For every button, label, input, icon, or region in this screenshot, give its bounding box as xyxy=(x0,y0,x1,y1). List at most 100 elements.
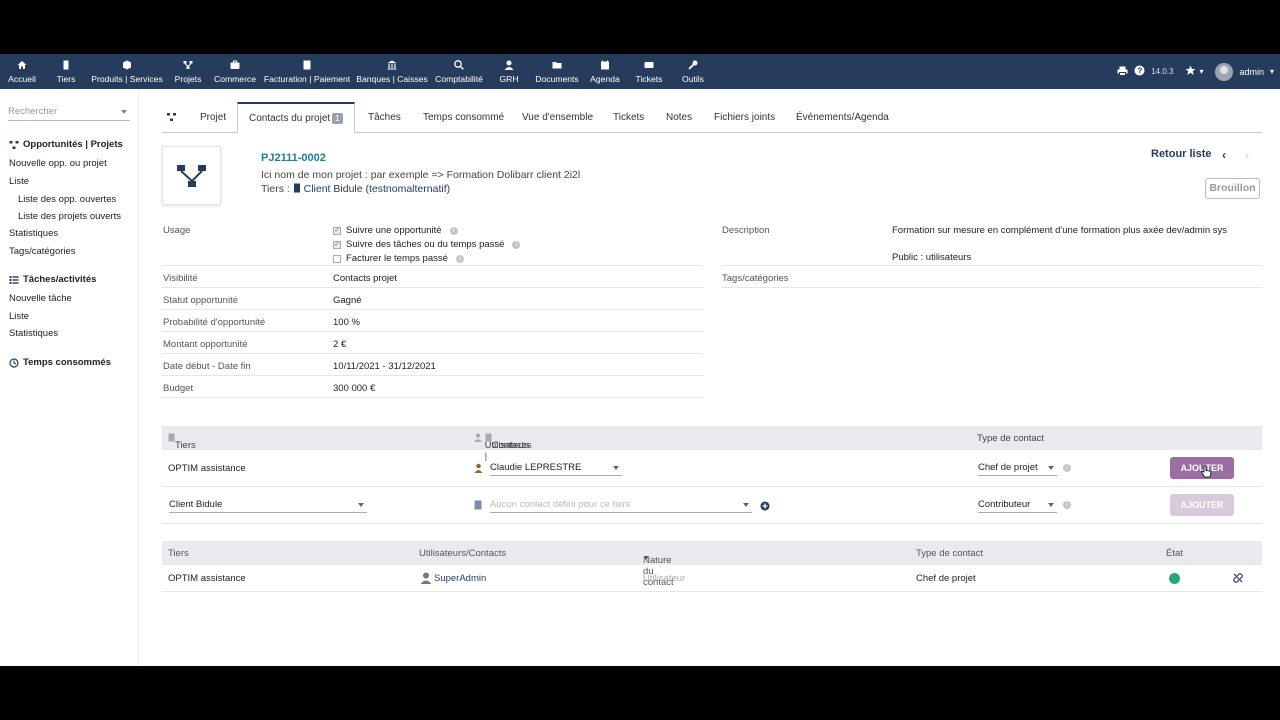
menu-section-projets[interactable]: Opportunités | Projets xyxy=(9,139,123,150)
nav-item-comptabilite[interactable]: Comptabilité xyxy=(434,54,484,89)
menu-section-tasks[interactable]: Tâches/activités xyxy=(9,274,96,285)
field-opp-probability: Probabilité d'opportunité 100 % xyxy=(162,310,703,332)
nav-item-accueil[interactable]: Accueil xyxy=(8,54,36,89)
back-to-list-link[interactable]: Retour liste xyxy=(1151,148,1212,160)
user-name[interactable]: admin xyxy=(1239,67,1264,77)
menu-item-new-task[interactable]: Nouvelle tâche xyxy=(9,293,72,304)
nav-item-documents[interactable]: Documents xyxy=(534,54,580,89)
field-dates: Date début - Date fin 10/11/2021 - 31/12… xyxy=(162,354,703,376)
menu-section-time[interactable]: Temps consommés xyxy=(9,357,111,368)
chevron-down-icon xyxy=(1048,466,1054,470)
row-tiers: OPTIM assistance xyxy=(168,573,246,584)
tab-tickets[interactable]: Tickets xyxy=(613,102,644,133)
search-dropdown-icon xyxy=(121,110,127,114)
row-tiers-name: OPTIM assistance xyxy=(168,463,246,474)
field-budget: Budget 300 000 € xyxy=(162,376,703,398)
status-badge: Brouillon xyxy=(1205,178,1260,199)
menu-item-open-projects[interactable]: Liste des projets ouverts xyxy=(18,211,121,222)
clock-icon xyxy=(9,357,19,368)
home-icon xyxy=(17,60,27,70)
checkbox-tasks: ✓ Suivre des tâches ou du temps passé i xyxy=(333,239,521,250)
col-contact-type: Type de contact xyxy=(977,433,1045,444)
project-icon xyxy=(183,60,193,70)
chevron-down-icon xyxy=(613,466,619,470)
add-contact-row: Client Bidule Aucun contact défini pour … xyxy=(162,487,1262,524)
col-users-contacts: Utilisateurs | Contacts xyxy=(474,433,532,462)
help-icon[interactable]: ? xyxy=(1134,65,1145,78)
tab-overview[interactable]: Vue d'ensemble xyxy=(522,102,593,133)
user-menu-chevron-icon[interactable]: ▾ xyxy=(1270,67,1274,76)
contact-type-select-1[interactable]: Chef de projet xyxy=(978,461,1057,476)
avatar[interactable] xyxy=(1215,62,1234,81)
nav-item-facturation[interactable]: Facturation | Paiement xyxy=(264,54,350,89)
contact-select[interactable]: Aucun contact défini pour ce tiers xyxy=(490,498,752,513)
nav-item-commerce[interactable]: Commerce xyxy=(213,54,257,89)
tab-projet[interactable]: Projet xyxy=(200,102,226,133)
tab-temps[interactable]: Temps consommé xyxy=(423,102,504,133)
row-user-link[interactable]: SuperAdmin xyxy=(434,573,486,584)
user-select[interactable]: Claudie LEPRESTRE xyxy=(490,461,622,476)
menu-item-list[interactable]: Liste xyxy=(9,176,29,187)
nav-item-tiers[interactable]: Tiers xyxy=(55,54,77,89)
tab-count-badge: 1 xyxy=(332,113,343,124)
tab-taches[interactable]: Tâches xyxy=(368,102,401,133)
nav-item-tickets[interactable]: Tickets xyxy=(634,54,664,89)
wrench-icon xyxy=(688,60,698,70)
nav-item-banques[interactable]: Banques | Caisses xyxy=(356,54,428,89)
svg-text:?: ? xyxy=(1138,66,1143,75)
tab-events[interactable]: Événements/Agenda xyxy=(796,102,889,133)
tab-contacts[interactable]: Contacts du projet 1 xyxy=(237,102,355,134)
tiers-select[interactable]: Client Bidule xyxy=(169,498,367,513)
nav-item-produits[interactable]: Produits | Services xyxy=(91,54,163,89)
col-state[interactable]: État xyxy=(1166,548,1183,559)
row-nature: Utilisateur xyxy=(643,573,686,584)
search-input[interactable]: Rechercher xyxy=(8,104,130,121)
search-dollar-icon xyxy=(454,59,464,70)
top-navbar: Accueil Tiers Produits | Services Projet… xyxy=(0,54,1280,89)
tab-notes[interactable]: Notes xyxy=(666,102,692,133)
project-tiers: Tiers : Client Bidule (testnomalternatif… xyxy=(261,183,451,195)
menu-item-task-list[interactable]: Liste xyxy=(9,311,29,322)
tiers-link[interactable]: Client Bidule (testnomalternatif) xyxy=(304,183,450,195)
menu-item-tags[interactable]: Tags/catégories xyxy=(9,246,76,257)
menu-item-open-opps[interactable]: Liste des opp. ouvertes xyxy=(18,194,116,205)
bank-icon xyxy=(387,60,397,70)
user-icon xyxy=(474,433,482,442)
checkbox-opportunity: ✓ Suivre une opportunité i xyxy=(333,225,458,236)
print-icon[interactable] xyxy=(1117,66,1128,78)
info-icon: i xyxy=(449,226,458,235)
field-opp-status: Statut opportunité Gagné xyxy=(162,288,703,310)
sort-down-icon: ▼ xyxy=(643,555,650,562)
field-description: Description Formation sur mesure en comp… xyxy=(721,218,1262,266)
prev-record-icon[interactable]: ‹ xyxy=(1222,148,1226,162)
info-icon: i xyxy=(1063,464,1071,472)
menu-item-task-stats[interactable]: Statistiques xyxy=(9,328,58,339)
chevron-down-icon[interactable]: ▾ xyxy=(1199,67,1203,76)
tab-files[interactable]: Fichiers joints xyxy=(714,102,775,133)
checkbox-bill-time: Facturer le temps passé i xyxy=(333,253,464,264)
unlink-icon[interactable] xyxy=(1233,573,1243,583)
building-icon xyxy=(61,60,71,70)
col-users[interactable]: Utilisateurs/Contacts xyxy=(419,548,506,559)
col-type[interactable]: Type de contact xyxy=(916,548,983,559)
tasks-icon xyxy=(9,275,19,284)
row-type: Chef de projet xyxy=(916,573,976,584)
briefcase-icon xyxy=(230,60,240,70)
project-logo xyxy=(162,146,221,205)
col-tiers[interactable]: Tiers xyxy=(168,548,189,559)
chevron-down-icon xyxy=(1048,503,1054,507)
status-dot[interactable] xyxy=(1169,573,1180,584)
user-avatar-icon xyxy=(420,572,432,584)
add-contact-plus-icon[interactable] xyxy=(760,501,770,511)
tab-project-icon[interactable] xyxy=(166,102,177,133)
contact-type-select-2[interactable]: Contributeur xyxy=(978,498,1057,513)
project-ref[interactable]: PJ2111-0002 xyxy=(261,152,326,164)
menu-item-new-project[interactable]: Nouvelle opp. ou projet xyxy=(9,158,107,169)
nav-item-outils[interactable]: Outils xyxy=(681,54,705,89)
bookmark-star-icon[interactable] xyxy=(1185,65,1196,78)
nav-item-grh[interactable]: GRH xyxy=(499,54,519,89)
cube-icon xyxy=(122,60,132,70)
menu-item-stats[interactable]: Statistiques xyxy=(9,228,58,239)
nav-item-projets[interactable]: Projets xyxy=(174,54,202,89)
nav-item-agenda[interactable]: Agenda xyxy=(590,54,620,89)
